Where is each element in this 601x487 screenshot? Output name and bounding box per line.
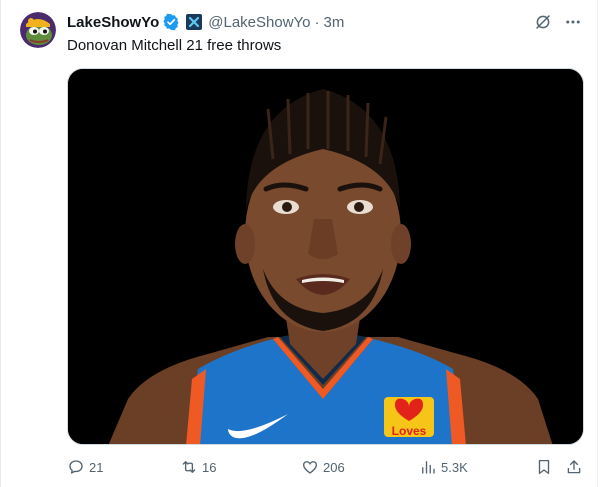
author-display-name[interactable]: LakeShowYo bbox=[67, 14, 159, 31]
share-icon bbox=[567, 460, 581, 474]
tweet-text: Donovan Mitchell 21 free throws bbox=[67, 37, 282, 54]
heart-icon bbox=[302, 461, 318, 474]
more-icon[interactable] bbox=[563, 12, 583, 32]
grok-icon[interactable] bbox=[533, 12, 553, 32]
reply-button[interactable]: 21 bbox=[67, 458, 103, 476]
share-button[interactable] bbox=[565, 458, 583, 476]
bookmark-icon bbox=[538, 459, 550, 475]
avatar[interactable] bbox=[20, 12, 56, 48]
tweet-top-actions bbox=[533, 12, 583, 32]
tweet-card[interactable]: LakeShowYo @LakeShowYo · 3m Donovan Mitc… bbox=[0, 0, 601, 487]
bookmark-button[interactable] bbox=[535, 458, 553, 476]
verified-badge-icon bbox=[162, 13, 180, 31]
tweet-action-bar: 21 16 206 5.3K bbox=[67, 456, 585, 478]
repost-button[interactable]: 16 bbox=[180, 458, 216, 476]
views-icon bbox=[422, 461, 435, 474]
tweet-timestamp[interactable]: 3m bbox=[324, 14, 345, 31]
tweet-media-image[interactable]: Loves bbox=[67, 68, 584, 445]
like-count: 206 bbox=[323, 459, 345, 475]
like-button[interactable]: 206 bbox=[301, 458, 345, 476]
separator-dot: · bbox=[314, 13, 320, 31]
affiliate-x-icon[interactable] bbox=[186, 14, 203, 30]
views-button[interactable]: 5.3K bbox=[419, 458, 468, 476]
reply-icon bbox=[69, 460, 83, 474]
timeline-divider bbox=[0, 0, 1, 487]
reply-count: 21 bbox=[89, 459, 104, 475]
view-count: 5.3K bbox=[441, 459, 468, 475]
repost-count: 16 bbox=[202, 459, 217, 475]
timeline-divider bbox=[597, 0, 598, 487]
repost-icon bbox=[182, 461, 196, 473]
tweet-header: LakeShowYo @LakeShowYo · 3m bbox=[67, 12, 344, 32]
jersey-sponsor-text: Loves bbox=[392, 424, 427, 438]
author-handle[interactable]: @LakeShowYo bbox=[208, 14, 310, 31]
